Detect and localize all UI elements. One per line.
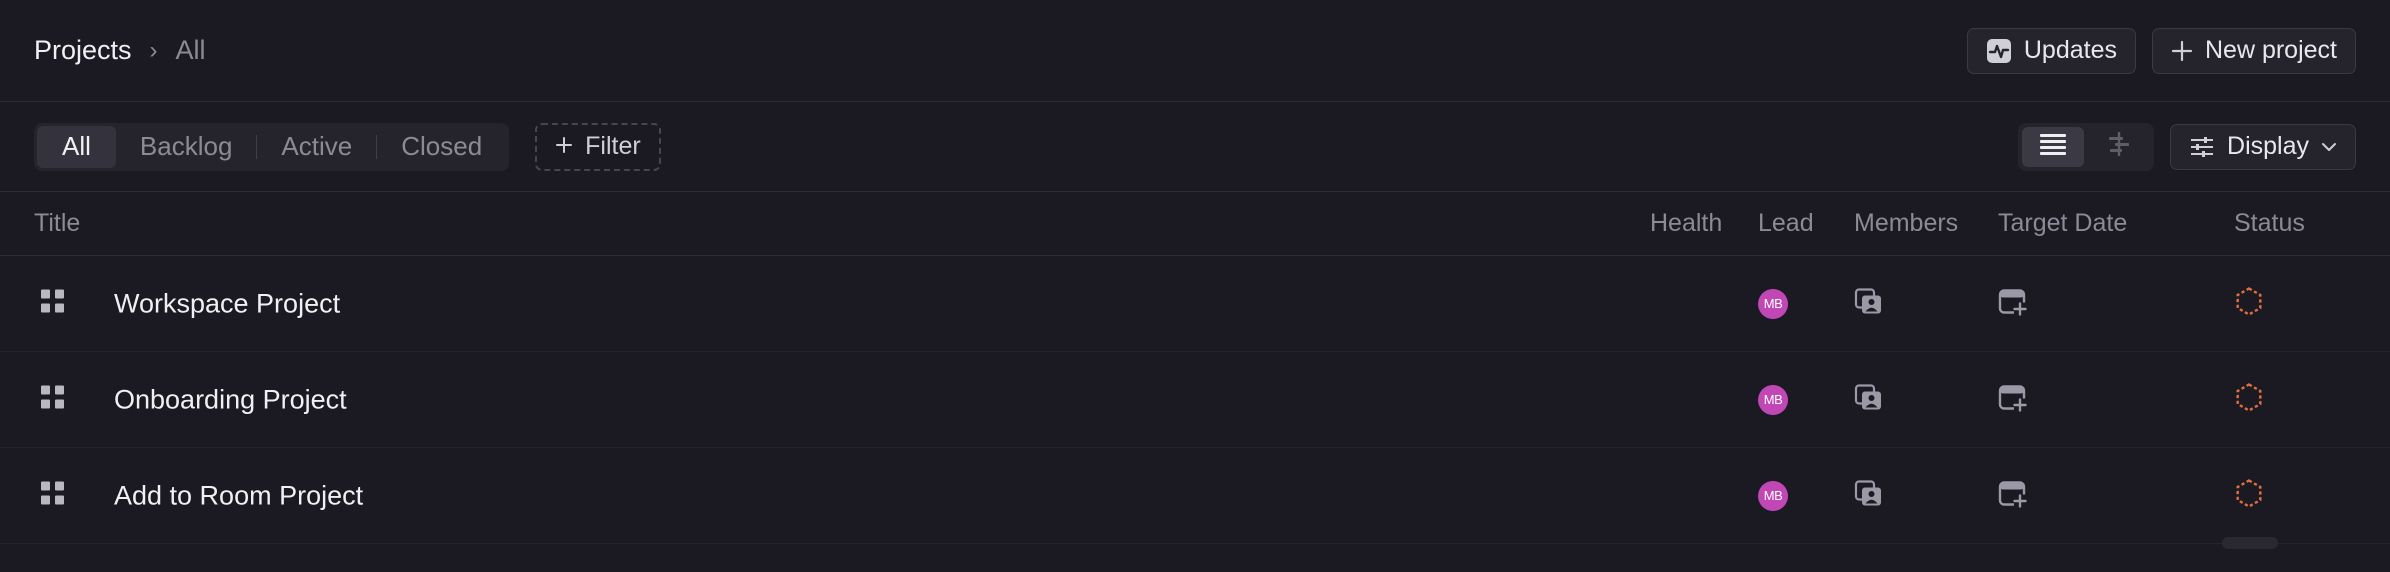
status-backlog-icon[interactable] xyxy=(2234,286,2264,321)
display-label: Display xyxy=(2227,132,2309,160)
page-header: Projects › All Updates New project xyxy=(0,0,2390,102)
status-backlog-icon[interactable] xyxy=(2234,382,2264,417)
plus-icon xyxy=(2171,40,2193,62)
add-filter-button[interactable]: Filter xyxy=(535,122,661,171)
tab-backlog[interactable]: Backlog xyxy=(116,126,257,168)
timeline-view-icon xyxy=(2106,131,2132,162)
list-view-button[interactable] xyxy=(2022,126,2085,167)
updates-label: Updates xyxy=(2023,36,2117,64)
chevron-down-icon xyxy=(2321,141,2337,153)
table-row[interactable]: Onboarding Project MB xyxy=(0,352,2390,448)
filter-label: Filter xyxy=(585,132,641,160)
project-icon xyxy=(40,480,66,511)
lead-avatar[interactable]: MB xyxy=(1758,480,1788,511)
projects-page: Projects › All Updates New project All B… xyxy=(0,0,2390,572)
status-tabs: All Backlog Active Closed xyxy=(34,122,510,171)
scrollbar-hint[interactable] xyxy=(2222,537,2278,549)
tab-all[interactable]: All xyxy=(37,125,116,168)
members-icon[interactable] xyxy=(1854,479,1884,512)
project-title[interactable]: Add to Room Project xyxy=(114,480,363,511)
column-lead[interactable]: Lead xyxy=(1758,209,1814,238)
column-health[interactable]: Health xyxy=(1650,209,1722,238)
filter-toolbar: All Backlog Active Closed Filter Display xyxy=(0,102,2390,192)
project-icon xyxy=(40,288,66,319)
new-project-button[interactable]: New project xyxy=(2152,27,2356,74)
avatar: MB xyxy=(1758,384,1788,415)
display-button[interactable]: Display xyxy=(2170,123,2356,170)
breadcrumb-separator: › xyxy=(149,36,158,64)
table-row[interactable]: Workspace Project MB xyxy=(0,256,2390,352)
members-icon[interactable] xyxy=(1854,287,1884,320)
column-target-date[interactable]: Target Date xyxy=(1998,209,2127,238)
updates-button[interactable]: Updates xyxy=(1966,27,2136,74)
tab-closed[interactable]: Closed xyxy=(377,126,506,168)
breadcrumb-current: All xyxy=(175,35,206,65)
project-icon xyxy=(40,384,66,415)
avatar: MB xyxy=(1758,480,1788,511)
avatar: MB xyxy=(1758,288,1788,319)
column-status[interactable]: Status xyxy=(2234,209,2305,238)
pulse-icon xyxy=(1986,38,2012,64)
calendar-add-icon[interactable] xyxy=(1998,478,2028,513)
timeline-view-button[interactable] xyxy=(2088,127,2150,167)
project-title[interactable]: Workspace Project xyxy=(114,288,340,319)
lead-avatar[interactable]: MB xyxy=(1758,384,1788,415)
project-title[interactable]: Onboarding Project xyxy=(114,384,347,415)
members-icon[interactable] xyxy=(1854,383,1884,416)
column-title[interactable]: Title xyxy=(34,209,80,238)
plus-icon xyxy=(555,132,573,161)
sliders-icon xyxy=(2189,135,2215,159)
new-project-label: New project xyxy=(2205,36,2337,64)
header-actions: Updates New project xyxy=(1966,27,2356,74)
tab-active[interactable]: Active xyxy=(257,126,376,168)
calendar-add-icon[interactable] xyxy=(1998,382,2028,417)
breadcrumb-projects-link[interactable]: Projects xyxy=(34,35,132,66)
list-view-icon xyxy=(2039,132,2067,161)
breadcrumb: Projects › All xyxy=(34,35,206,66)
table-header: Title Health Lead Members Target Date St… xyxy=(0,192,2390,256)
column-members[interactable]: Members xyxy=(1854,209,1958,238)
table-row[interactable]: Add to Room Project MB xyxy=(0,448,2390,549)
calendar-add-icon[interactable] xyxy=(1998,286,2028,321)
status-backlog-icon[interactable] xyxy=(2234,478,2264,513)
lead-avatar[interactable]: MB xyxy=(1758,288,1788,319)
view-mode-toggle xyxy=(2018,122,2155,171)
